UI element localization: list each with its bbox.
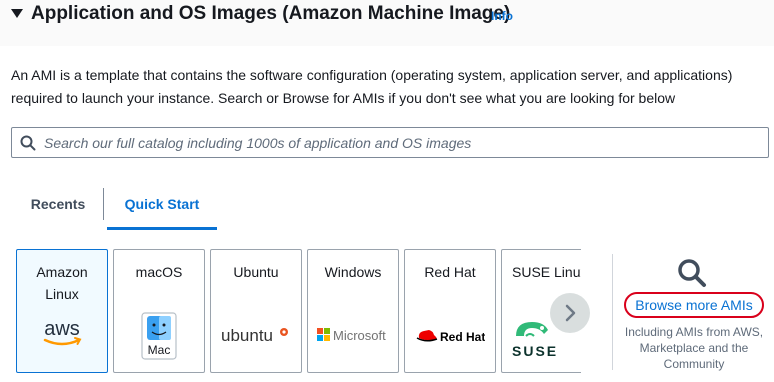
- browse-more-amis-subtext: Including AMIs from AWS, Marketplace and…: [624, 325, 764, 371]
- mac-finder-icon: Mac: [114, 312, 204, 365]
- tab-quick-start[interactable]: Quick Start: [105, 180, 219, 230]
- microsoft-logo-icon: Microsoft: [308, 326, 398, 349]
- section-title: Application and OS Images (Amazon Machin…: [31, 3, 511, 24]
- ubuntu-logo-text: ubuntu: [221, 326, 273, 345]
- search-icon: [20, 135, 36, 156]
- os-tile-windows[interactable]: Windows Microsoft: [307, 249, 399, 373]
- os-tile-name: macOS: [135, 264, 183, 280]
- carousel-next-button[interactable]: [550, 293, 590, 333]
- tab-recents[interactable]: Recents: [14, 180, 102, 228]
- mac-logo-text: Mac: [148, 343, 171, 357]
- os-tile-name: Ubuntu: [233, 264, 279, 280]
- section-header[interactable]: Application and OS Images (Amazon Machin…: [0, 0, 774, 46]
- ubuntu-logo-icon: ubuntu: [211, 324, 301, 351]
- info-link[interactable]: Info: [491, 9, 513, 23]
- chevron-right-icon: [565, 304, 576, 322]
- os-tile-name: Windows: [324, 264, 382, 280]
- aws-logo-text: aws: [44, 318, 80, 340]
- browse-more-amis-link[interactable]: Browse more AMIs: [624, 292, 764, 318]
- ami-tabs: Recents Quick Start: [0, 180, 774, 230]
- redhat-logo-icon: Red Hat: [405, 326, 495, 351]
- browse-search-icon: [676, 257, 708, 294]
- os-tile-ubuntu[interactable]: Ubuntu ubuntu: [210, 249, 302, 373]
- suse-logo-text: SUSE: [512, 343, 558, 359]
- os-tile-name: Amazon Linux: [36, 264, 88, 302]
- caret-down-icon[interactable]: [11, 9, 23, 18]
- os-tile-macos[interactable]: macOS Mac: [113, 249, 205, 373]
- aws-logo-icon: aws: [17, 318, 107, 355]
- ami-description: An AMI is a template that contains the s…: [11, 67, 733, 106]
- os-tile-carousel: Amazon Linux aws macOS Mac Ubuntu ubuntu…: [16, 249, 581, 375]
- browse-divider: [612, 254, 613, 370]
- os-tile-name: SUSE Linux: [512, 264, 581, 280]
- os-tile-name: Red Hat: [424, 264, 476, 280]
- microsoft-logo-text: Microsoft: [333, 328, 386, 343]
- redhat-logo-text: Red Hat: [440, 330, 485, 344]
- ami-search-box[interactable]: [11, 127, 769, 158]
- os-tile-amazon-linux[interactable]: Amazon Linux aws: [16, 249, 108, 373]
- tab-divider: [103, 188, 104, 220]
- os-tile-red-hat[interactable]: Red Hat Red Hat: [404, 249, 496, 373]
- search-input[interactable]: [44, 132, 744, 153]
